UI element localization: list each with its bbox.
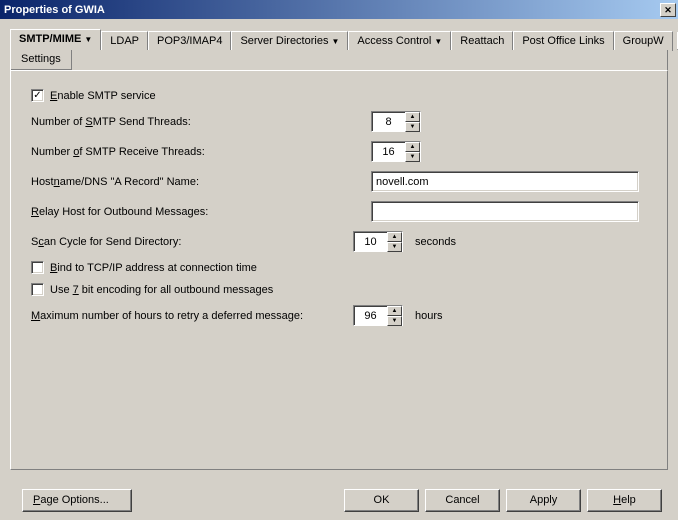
spin-down-icon[interactable]: ▼ [387, 316, 402, 326]
subtab-label: Settings [21, 53, 61, 65]
relay-host-label: Relay Host for Outbound Messages: [31, 206, 371, 218]
recv-threads-input[interactable] [371, 141, 405, 162]
close-button[interactable]: ✕ [660, 3, 676, 17]
ok-button[interactable]: OK [344, 489, 419, 512]
scan-cycle-label: Scan Cycle for Send Directory: [31, 236, 353, 248]
tab-server-directories[interactable]: Server Directories ▼ [231, 31, 348, 51]
scan-cycle-input[interactable] [353, 231, 387, 252]
tab-label: Post Office Links [522, 35, 604, 47]
tab-access-control[interactable]: Access Control ▼ [348, 31, 451, 51]
spin-down-icon[interactable]: ▼ [387, 242, 402, 252]
settings-panel: ✓ Enable SMTP service Number of SMTP Sen… [10, 70, 668, 470]
row-enable-smtp: ✓ Enable SMTP service [31, 89, 647, 102]
apply-button[interactable]: Apply [506, 489, 581, 512]
spin-down-icon[interactable]: ▼ [405, 122, 420, 132]
relay-host-input[interactable] [371, 201, 639, 222]
hostname-label: Hostname/DNS "A Record" Name: [31, 176, 371, 188]
cancel-button[interactable]: Cancel [425, 489, 500, 512]
chevron-down-icon: ▼ [84, 35, 92, 44]
subtab-row: Settings [10, 50, 668, 70]
tab-label: Server Directories [240, 35, 328, 47]
window-title: Properties of GWIA [4, 4, 660, 16]
recv-threads-label: Number of SMTP Receive Threads: [31, 146, 371, 158]
spin-up-icon[interactable]: ▲ [405, 112, 420, 122]
tab-label: GroupW [623, 35, 664, 47]
max-retry-spinner[interactable]: ▲▼ [353, 305, 403, 326]
max-retry-suffix: hours [415, 310, 443, 322]
tab-label: SMTP/MIME [19, 33, 81, 45]
seven-bit-label: Use 7 bit encoding for all outbound mess… [50, 284, 273, 296]
scan-cycle-suffix: seconds [415, 236, 456, 248]
seven-bit-checkbox[interactable] [31, 283, 44, 296]
tab-post-office-links[interactable]: Post Office Links [513, 31, 613, 51]
enable-smtp-label: Enable SMTP service [50, 90, 156, 102]
tab-strip: SMTP/MIME ▼ LDAP POP3/IMAP4 Server Direc… [10, 29, 668, 50]
spin-up-icon[interactable]: ▲ [387, 232, 402, 242]
page-options-button[interactable]: Page Options... [22, 489, 132, 512]
subtab-settings[interactable]: Settings [11, 50, 72, 70]
bind-tcpip-checkbox[interactable] [31, 261, 44, 274]
check-icon: ✓ [33, 91, 41, 101]
chevron-down-icon: ▼ [434, 37, 442, 46]
tab-reattach[interactable]: Reattach [451, 31, 513, 51]
recv-threads-spinner[interactable]: ▲▼ [371, 141, 421, 162]
spin-up-icon[interactable]: ▲ [405, 142, 420, 152]
tab-label: Reattach [460, 35, 504, 47]
help-button[interactable]: Help [587, 489, 662, 512]
tab-groupwise[interactable]: GroupW [614, 31, 673, 51]
tab-smtp-mime[interactable]: SMTP/MIME ▼ [10, 29, 101, 50]
chevron-down-icon: ▼ [331, 37, 339, 46]
scan-cycle-spinner[interactable]: ▲▼ [353, 231, 403, 252]
hostname-input[interactable] [371, 171, 639, 192]
send-threads-input[interactable] [371, 111, 405, 132]
tab-ldap[interactable]: LDAP [101, 31, 148, 51]
bind-tcpip-label: Bind to TCP/IP address at connection tim… [50, 262, 257, 274]
tab-label: Access Control [357, 35, 431, 47]
max-retry-input[interactable] [353, 305, 387, 326]
send-threads-label: Number of SMTP Send Threads: [31, 116, 371, 128]
tab-label: LDAP [110, 35, 139, 47]
titlebar: Properties of GWIA ✕ [0, 0, 678, 19]
button-bar: Page Options... OK Cancel Apply Help [0, 480, 678, 520]
enable-smtp-checkbox[interactable]: ✓ [31, 89, 44, 102]
tab-pop3-imap4[interactable]: POP3/IMAP4 [148, 31, 231, 51]
tab-label: POP3/IMAP4 [157, 35, 222, 47]
send-threads-spinner[interactable]: ▲▼ [371, 111, 421, 132]
max-retry-label: Maximum number of hours to retry a defer… [31, 310, 353, 322]
spin-up-icon[interactable]: ▲ [387, 306, 402, 316]
spin-down-icon[interactable]: ▼ [405, 152, 420, 162]
